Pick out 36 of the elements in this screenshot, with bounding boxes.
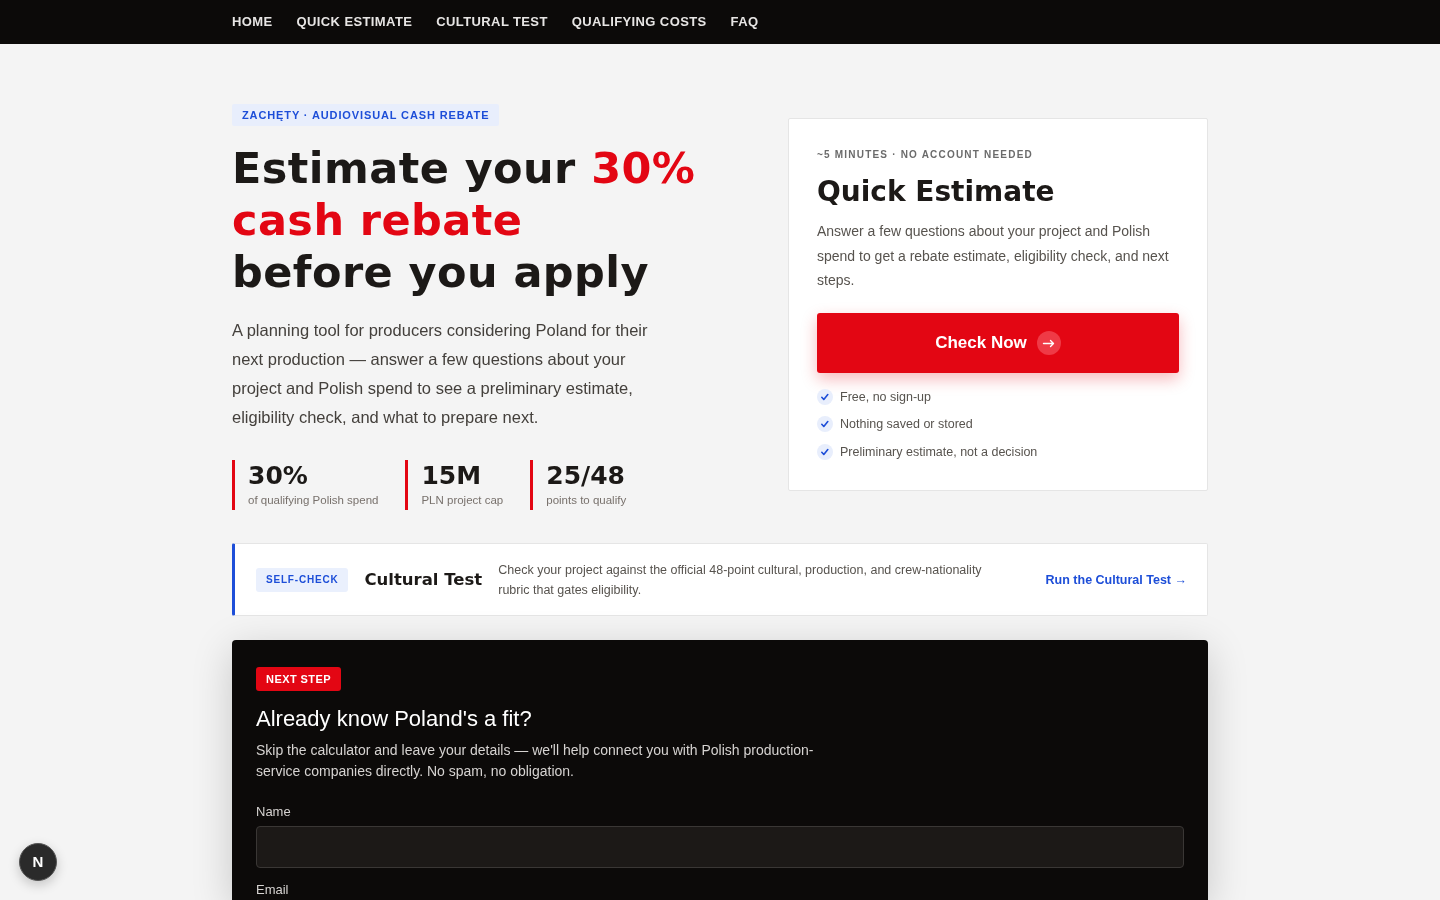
next-step-tag: NEXT STEP [256, 667, 342, 691]
nav-link[interactable]: CULTURAL TEST [436, 13, 548, 31]
stat-value: 30% [248, 460, 309, 492]
nav-link[interactable]: FAQ [730, 13, 759, 31]
nav-link[interactable]: QUICK ESTIMATE [296, 13, 413, 31]
checklist-item: Preliminary estimate, not a decision [840, 443, 1038, 461]
checklist-item: Nothing saved or stored [840, 416, 973, 433]
nav-link[interactable]: HOME [232, 13, 273, 31]
hero-intro: A planning tool for producers considering Poland for their next production — answer a few questions about your project and Polish spend to see a preliminary estimate, eligibility check, and what to prepare next. [232, 320, 649, 428]
stat-value: 15M [421, 460, 483, 492]
arrow-circle-icon [1036, 330, 1061, 355]
contact-title: Already know Poland's a fit? [256, 705, 533, 733]
stat-value: 25/48 [546, 460, 626, 492]
nav-link[interactable]: QUALIFYING COSTS [571, 13, 707, 31]
checklist-item: Free, no sign-up [840, 388, 932, 406]
stat-label: PLN project cap [421, 493, 504, 508]
hero-headline: Estimate your 30% cash rebate before you apply [232, 142, 697, 298]
cultural-test-title: Cultural Test [364, 568, 483, 591]
field-label: Email [256, 881, 290, 899]
name-input[interactable] [256, 826, 1184, 868]
dev-indicator-button[interactable]: N [19, 843, 57, 881]
check-icon [817, 443, 833, 460]
eyebrow-tag: ZACHĘTY · AUDIOVISUAL CASH REBATE [232, 104, 500, 126]
check-icon [817, 416, 833, 432]
contact-description: Skip the calculator and leave your details — we'll help connect you with Polish production-service companies directly. No spam, no obligation. [256, 741, 815, 781]
card-description: Answer a few questions about your project and Polish spend to get a rebate estimate, eligibility check, and next steps. [817, 222, 1170, 290]
card-eyebrow: ~5 MINUTES · NO ACCOUNT NEEDED [817, 148, 1034, 162]
self-check-tag: SELF-CHECK [256, 567, 349, 592]
stat-label: points to qualify [546, 493, 627, 508]
cultural-test-description: Check your project against the official 48-point cultural, production, and crew-nationality rubric that gates eligibility. [498, 561, 983, 599]
check-now-button[interactable]: Check Now [817, 312, 1179, 373]
check-icon [817, 388, 833, 405]
stat-label: of qualifying Polish spend [248, 493, 379, 508]
run-cultural-test-link[interactable]: Run the Cultural Test → [1045, 570, 1187, 589]
field-label: Name [256, 803, 292, 821]
card-title: Quick Estimate [817, 174, 1056, 210]
